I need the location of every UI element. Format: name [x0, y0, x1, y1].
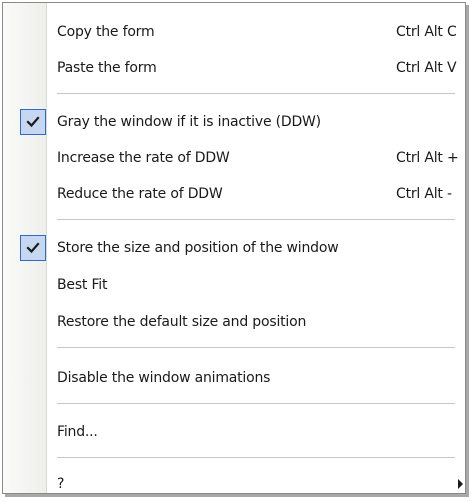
menu-item-label: Gray the window if it is inactive (DDW)	[57, 114, 321, 130]
menu-item-best-fit[interactable]: Best Fit	[3, 268, 465, 302]
menu-item-label: Paste the form	[57, 60, 157, 76]
checkmark-icon	[20, 235, 46, 261]
submenu-arrow-icon	[458, 479, 463, 489]
menu-item-label: Copy the form	[57, 24, 155, 40]
menu-item-copy-form[interactable]: Copy the form Ctrl Alt C	[3, 15, 465, 49]
menu-item-label: Increase the rate of DDW	[57, 150, 230, 166]
menu-item-restore-default-size[interactable]: Restore the default size and position	[3, 305, 465, 339]
menu-item-label: Reduce the rate of DDW	[57, 186, 223, 202]
menu-separator	[57, 93, 455, 94]
menu-item-label: Restore the default size and position	[57, 314, 307, 330]
menu-item-shortcut: Ctrl Alt +	[396, 150, 459, 166]
menu-item-label: ?	[57, 476, 65, 492]
menu-item-paste-form[interactable]: Paste the form Ctrl Alt V	[3, 51, 465, 85]
checkmark-icon	[20, 109, 46, 135]
menu-item-find[interactable]: Find...	[3, 415, 465, 449]
menu-separator	[57, 219, 455, 220]
menu-item-increase-ddw-rate[interactable]: Increase the rate of DDW Ctrl Alt +	[3, 141, 465, 175]
menu-item-reduce-ddw-rate[interactable]: Reduce the rate of DDW Ctrl Alt -	[3, 177, 465, 211]
menu-item-shortcut: Ctrl Alt -	[396, 186, 452, 202]
menu-item-store-size-position[interactable]: Store the size and position of the windo…	[3, 231, 465, 265]
menu-item-disable-animations[interactable]: Disable the window animations	[3, 361, 465, 395]
menu-item-label: Disable the window animations	[57, 370, 271, 386]
menu-separator	[57, 347, 455, 348]
menu-item-help-submenu[interactable]: ?	[3, 467, 465, 501]
context-menu: Copy the form Ctrl Alt C Paste the form …	[2, 2, 466, 494]
menu-separator	[57, 403, 455, 404]
menu-item-gray-inactive-window[interactable]: Gray the window if it is inactive (DDW)	[3, 105, 465, 139]
menu-separator	[57, 457, 455, 458]
menu-item-label: Store the size and position of the windo…	[57, 240, 339, 256]
menu-item-shortcut: Ctrl Alt V	[396, 60, 457, 76]
menu-item-label: Find...	[57, 424, 98, 440]
menu-item-shortcut: Ctrl Alt C	[396, 24, 457, 40]
menu-item-label: Best Fit	[57, 277, 108, 293]
